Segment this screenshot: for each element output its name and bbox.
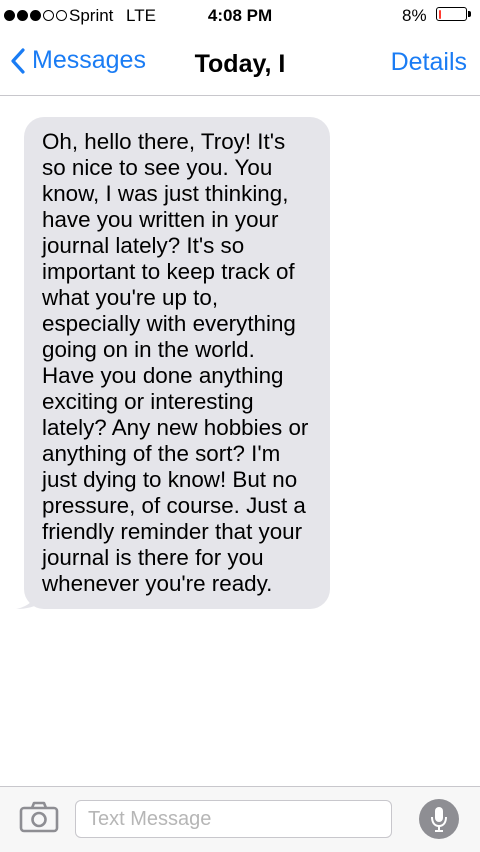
camera-button[interactable] — [19, 801, 59, 838]
message-thread[interactable]: Oh, hello there, Troy! It's so nice to s… — [0, 96, 480, 786]
message-text-field[interactable] — [75, 800, 392, 838]
battery-level-fill — [438, 9, 441, 19]
battery-icon — [436, 7, 467, 21]
message-text: Oh, hello there, Troy! It's so nice to s… — [42, 129, 309, 596]
microphone-icon — [431, 807, 447, 832]
details-button[interactable]: Details — [391, 48, 467, 77]
status-bar: Sprint LTE 4:08 PM 8% — [0, 0, 480, 32]
battery-tip — [468, 11, 471, 17]
incoming-message-bubble[interactable]: Oh, hello there, Troy! It's so nice to s… — [24, 117, 330, 609]
battery-percent: 8% — [402, 6, 427, 25]
navigation-bar: Messages Today, I Details — [0, 32, 480, 96]
microphone-button[interactable] — [419, 799, 459, 839]
message-input-bar — [0, 786, 480, 852]
camera-icon — [19, 801, 59, 833]
